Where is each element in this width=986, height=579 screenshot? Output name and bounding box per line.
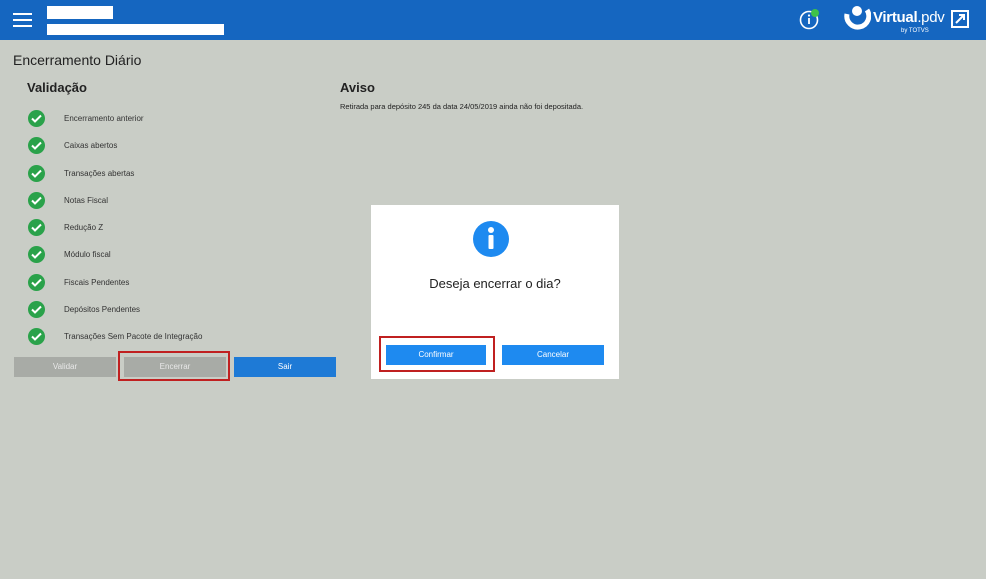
validation-item-label: Notas Fiscal: [64, 195, 109, 205]
validation-item-label: Transações abertas: [64, 168, 135, 178]
aviso-message: Retirada para depósito 245 da data 24/05…: [340, 102, 584, 111]
encerrar-highlight-box: [118, 351, 230, 381]
validation-item-label: Redução Z: [64, 223, 104, 233]
validar-button[interactable]: Validar: [14, 357, 116, 377]
external-window-icon[interactable]: [950, 9, 970, 29]
logo-name: Virtual: [873, 9, 918, 26]
check-icon: [28, 246, 45, 264]
hamburger-menu-icon[interactable]: [13, 13, 32, 27]
logo-mark-icon: [844, 6, 871, 30]
top-bar: Virtual.pdv by TOTVS: [0, 0, 986, 40]
check-icon: [28, 191, 45, 209]
redacted-store-info: [47, 24, 224, 35]
check-icon: [28, 137, 45, 155]
check-icon: [28, 328, 45, 346]
info-icon: [473, 221, 509, 257]
validation-title: Validação: [27, 80, 87, 95]
check-icon: [28, 164, 45, 182]
validation-item-label: Fiscais Pendentes: [64, 277, 130, 287]
logo-by-text: by TOTVS: [901, 28, 929, 34]
check-icon: [28, 273, 45, 291]
confirmar-button[interactable]: Confirmar: [386, 345, 486, 365]
validation-item-label: Caixas abertos: [64, 141, 118, 151]
dialog-message: Deseja encerrar o dia?: [429, 276, 561, 291]
redacted-user-name: [47, 6, 113, 19]
check-icon: [28, 301, 45, 319]
aviso-title: Aviso: [340, 80, 375, 95]
info-notification-icon[interactable]: [799, 8, 821, 30]
page-title: Encerramento Diário: [13, 52, 142, 68]
virtual-pdv-logo: Virtual.pdv by TOTVS: [843, 4, 945, 36]
validation-item-label: Transações Sem Pacote de Integração: [64, 332, 203, 342]
validation-item-label: Módulo fiscal: [64, 250, 111, 260]
sair-button[interactable]: Sair: [234, 357, 336, 377]
cancelar-button[interactable]: Cancelar: [502, 345, 604, 365]
check-icon: [28, 219, 45, 237]
logo-suffix: .pdv: [917, 9, 945, 26]
validation-item-label: Depósitos Pendentes: [64, 305, 141, 315]
validation-item-label: Encerramento anterior: [64, 114, 144, 123]
check-icon: [28, 110, 45, 127]
confirm-dialog: Deseja encerrar o dia? Confirmar Cancela…: [371, 205, 619, 379]
